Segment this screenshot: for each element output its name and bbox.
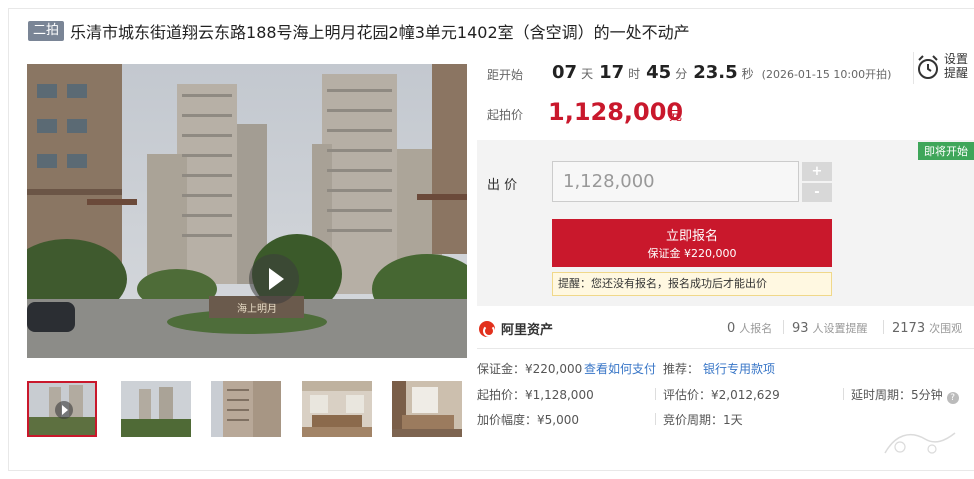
view-text: 次围观 [929, 322, 963, 335]
countdown: 07 天 17 时 45 分 23.5 秒 (2026-01-15 10:00开拍) [552, 62, 891, 83]
thumb-bedroom[interactable] [392, 381, 462, 437]
signup-text: 人报名 [739, 322, 773, 335]
round-tag: 二拍 [28, 21, 65, 41]
reminder-label: 设置提醒 [944, 52, 969, 80]
view-count: 2173 次围观 [892, 320, 962, 336]
divider [883, 320, 884, 334]
divider [843, 388, 844, 400]
bid-label: 出 价 [487, 178, 518, 193]
countdown-minutes: 45 [646, 62, 672, 83]
delay-text: 延时周期：5分钟 [851, 388, 943, 402]
signup-count: 0 人报名 [727, 320, 772, 336]
ali-logo-icon [479, 320, 495, 337]
seconds-unit: 秒 [741, 67, 754, 81]
start-price-label: 起拍价 [487, 108, 524, 122]
hours-unit: 时 [628, 67, 641, 81]
reminder-count: 93 人设置提醒 [792, 320, 868, 336]
bid-input[interactable]: 1,128,000 [552, 161, 799, 202]
divider [655, 388, 656, 400]
deposit-label: 保证金 ¥220,000 [647, 247, 737, 260]
days-unit: 天 [581, 67, 594, 81]
recommend-label: 推荐： [663, 362, 700, 376]
brand-name: 阿里资产 [501, 323, 554, 338]
increment-detail: 加价幅度：¥5,000 [477, 413, 579, 427]
start-price-detail: 起拍价：¥1,128,000 [477, 388, 594, 402]
bank-payment-text[interactable]: 银行专用款项 [703, 362, 775, 376]
view-number: 2173 [892, 321, 926, 336]
how-to-pay-text[interactable]: 查看如何支付 [584, 362, 656, 376]
page-title: 乐清市城东街道翔云东路188号海上明月花园2幢3单元1402室（含空调）的一处不… [70, 23, 690, 42]
reminder-number: 93 [792, 321, 809, 336]
delay-period-detail: 延时周期：5分钟? [851, 386, 959, 404]
bid-period-detail: 竞价周期：1天 [663, 413, 743, 427]
help-icon[interactable]: ? [946, 392, 959, 404]
countdown-days: 07 [552, 62, 578, 83]
stats-bar: 阿里资产 0 人报名 93 人设置提醒 2173 次围观 [477, 308, 974, 348]
signup-tip: 提醒：您还没有报名，报名成功后才能出价 [552, 272, 832, 296]
play-icon [55, 401, 73, 419]
set-reminder-button[interactable]: 设置提醒 [913, 52, 974, 84]
stats-divider [477, 348, 974, 349]
minutes-unit: 分 [675, 67, 688, 81]
countdown-hours: 17 [599, 62, 625, 83]
signup-number: 0 [727, 321, 736, 336]
gate-sign: 海上明月 [237, 302, 277, 315]
play-icon[interactable] [249, 254, 299, 304]
decrease-bid-button[interactable]: - [802, 183, 832, 202]
alarm-clock-icon [918, 55, 938, 79]
countdown-label: 距开始 [487, 68, 524, 82]
countdown-seconds: 23.5 [693, 62, 738, 83]
start-time: (2026-01-15 10:00开拍) [761, 68, 892, 81]
divider [783, 320, 784, 334]
thumb-living-room[interactable] [302, 381, 372, 437]
main-photo[interactable]: 海上明月 [27, 64, 467, 358]
thumb-building[interactable] [211, 381, 281, 437]
apply-label: 立即报名 [665, 229, 718, 244]
start-price-value: 1,128,000 [548, 98, 684, 126]
start-price-unit: 元 [669, 109, 683, 124]
thumb-towers[interactable] [121, 381, 191, 437]
divider [655, 413, 656, 425]
increase-bid-button[interactable]: + [802, 162, 832, 181]
bid-panel: 即将开始 出 价 1,128,000 + - 立即报名 保证金 ¥220,000… [477, 140, 974, 306]
reminder-text: 人设置提醒 [812, 322, 868, 335]
thumbnail-strip [27, 381, 467, 437]
appraisal-detail: 评估价：¥2,012,629 [663, 388, 780, 402]
apply-now-button[interactable]: 立即报名 保证金 ¥220,000 [552, 219, 832, 267]
deposit-detail: 保证金：¥220,000 [477, 362, 583, 376]
status-badge: 即将开始 [918, 142, 974, 160]
ali-assets-logo: 阿里资产 [479, 319, 553, 338]
property-photo: 海上明月 [27, 64, 467, 358]
watermark-logo [884, 432, 956, 454]
title-row: 二拍 乐清市城东街道翔云东路188号海上明月花园2幢3单元1402室（含空调）的… [28, 20, 690, 42]
how-to-pay-link[interactable]: 查看如何支付 [584, 360, 656, 377]
bank-payment-link[interactable]: 银行专用款项 [703, 360, 775, 377]
thumb-video[interactable] [27, 381, 97, 437]
